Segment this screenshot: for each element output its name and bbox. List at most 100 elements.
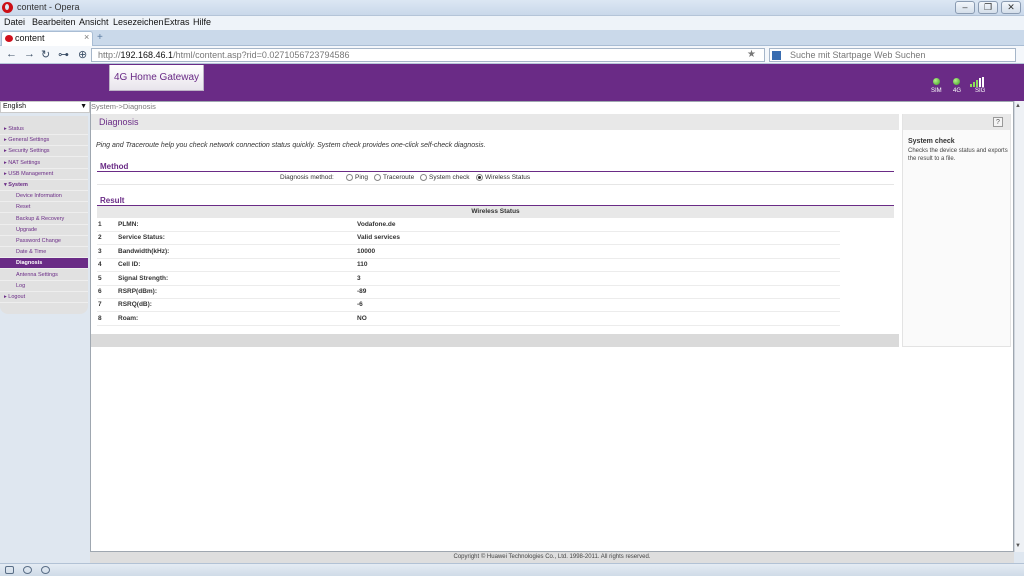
radio-traceroute-label[interactable]: Traceroute bbox=[383, 174, 414, 181]
menu-bearbeiten[interactable]: Bearbeiten bbox=[32, 17, 76, 27]
sidebar-item-nat-settings[interactable]: ▸ NAT Settings bbox=[0, 158, 88, 169]
table-row: 4 Cell ID: 110 bbox=[97, 259, 840, 273]
sidebar-item-antenna-settings[interactable]: Antenna Settings bbox=[0, 270, 88, 281]
row-key: Service Status: bbox=[118, 234, 165, 242]
scroll-up-icon[interactable]: ▲ bbox=[1015, 103, 1021, 109]
table-row: 2 Service Status: Valid services bbox=[97, 232, 840, 246]
diagnosis-description: Ping and Traceroute help you check netwo… bbox=[96, 142, 486, 149]
sidebar-item-usb-management[interactable]: ▸ USB Management bbox=[0, 169, 88, 180]
row-key: Roam: bbox=[118, 314, 139, 322]
sidebar-item-diagnosis[interactable]: Diagnosis bbox=[0, 258, 88, 270]
sidebar-item-device-information[interactable]: Device Information bbox=[0, 191, 88, 203]
sidebar-item-system[interactable]: ▾ System bbox=[0, 180, 88, 191]
url-host: 192.168.46.1 bbox=[120, 50, 174, 60]
4g-label: 4G bbox=[953, 88, 962, 94]
row-number: 7 bbox=[98, 301, 102, 309]
key-icon[interactable]: ⊶ bbox=[58, 48, 69, 61]
menu-lesezeichen[interactable]: Lesezeichen bbox=[113, 17, 164, 27]
panel-toggle-icon[interactable] bbox=[5, 566, 14, 574]
turbo-icon[interactable] bbox=[41, 566, 50, 574]
tab-close-icon[interactable]: × bbox=[84, 32, 89, 42]
language-value: English bbox=[3, 103, 26, 110]
row-value: Vodafone.de bbox=[357, 221, 396, 228]
bookmark-star-icon[interactable]: ★ bbox=[747, 49, 756, 60]
search-placeholder: Suche mit Startpage Web Suchen bbox=[790, 50, 926, 60]
scrollbar[interactable] bbox=[1014, 101, 1024, 552]
table-row: 3 Bandwidth(kHz): 10000 bbox=[97, 246, 840, 259]
radio-ping[interactable] bbox=[346, 174, 353, 181]
sidebar-item-date-time[interactable]: Date & Time bbox=[0, 247, 88, 259]
site-info-icon[interactable]: ⊕ bbox=[78, 48, 87, 61]
radio-system-check[interactable] bbox=[420, 174, 427, 181]
sidebar-item-reset[interactable]: Reset bbox=[0, 202, 88, 214]
radio-traceroute[interactable] bbox=[374, 174, 381, 181]
table-row: 6 RSRP(dBm): -89 bbox=[97, 286, 840, 299]
maximize-button[interactable]: ❐ bbox=[978, 1, 998, 14]
url-prefix: http:// bbox=[98, 50, 121, 60]
browser-status-bar bbox=[0, 563, 1024, 576]
radio-ping-label[interactable]: Ping bbox=[355, 174, 368, 181]
close-window-button[interactable]: ✕ bbox=[1001, 1, 1021, 14]
row-number: 3 bbox=[98, 247, 102, 255]
result-table-header: Wireless Status bbox=[97, 206, 894, 218]
url-text: http://192.168.46.1/html/content.asp?rid… bbox=[98, 50, 349, 60]
breadcrumb: System->Diagnosis bbox=[91, 102, 156, 111]
url-path: /html/content.asp?rid=0.0271056723794586 bbox=[173, 50, 350, 60]
reload-icon[interactable]: ↻ bbox=[41, 48, 50, 61]
tab-bar: content × + bbox=[0, 30, 1024, 46]
table-row: 5 Signal Strength: 3 bbox=[97, 273, 840, 286]
back-icon[interactable]: ← bbox=[6, 48, 17, 60]
sim-label: SIM bbox=[931, 88, 942, 94]
help-icon[interactable]: ? bbox=[993, 117, 1003, 127]
row-value: 3 bbox=[357, 274, 361, 282]
search-engine-icon[interactable] bbox=[772, 51, 781, 60]
sidebar-item-status[interactable]: ▸ Status bbox=[0, 124, 88, 135]
sidebar-item-log[interactable]: Log bbox=[0, 281, 88, 292]
row-number: 2 bbox=[98, 234, 102, 242]
radio-wireless-status[interactable] bbox=[476, 174, 483, 181]
sidebar-item-security-settings[interactable]: ▸ Security Settings bbox=[0, 146, 88, 158]
language-select[interactable]: English ▼ bbox=[0, 101, 90, 113]
row-value: -89 bbox=[357, 288, 367, 295]
row-number: 5 bbox=[98, 274, 102, 282]
row-key: RSRP(dBm): bbox=[118, 288, 157, 295]
help-text: Checks the device status and exports the… bbox=[908, 148, 1008, 162]
help-title: System check bbox=[908, 138, 955, 145]
row-key: Cell ID: bbox=[118, 261, 141, 269]
tab-content[interactable]: content × bbox=[1, 31, 93, 46]
row-number: 8 bbox=[98, 314, 102, 322]
menu-datei[interactable]: Datei bbox=[4, 17, 25, 27]
row-number: 6 bbox=[98, 288, 102, 295]
scroll-down-icon[interactable]: ▼ bbox=[1015, 543, 1021, 549]
window-title: content - Opera bbox=[17, 2, 80, 12]
sidebar-item-upgrade[interactable]: Upgrade bbox=[0, 225, 88, 236]
forward-icon[interactable]: → bbox=[24, 48, 35, 60]
table-row: 8 Roam: NO bbox=[97, 313, 840, 326]
radio-wireless-status-label[interactable]: Wireless Status bbox=[485, 174, 530, 181]
sig-label: SIG bbox=[975, 88, 986, 94]
copyright-footer: Copyright © Huawei Technologies Co., Ltd… bbox=[90, 552, 1014, 563]
row-value: 10000 bbox=[357, 247, 376, 255]
new-tab-button[interactable]: + bbox=[97, 32, 103, 43]
sidebar-item-logout[interactable]: ▸ Logout bbox=[0, 292, 88, 303]
cloud-icon[interactable] bbox=[23, 566, 32, 574]
sidebar-item-general-settings[interactable]: ▸ General Settings bbox=[0, 135, 88, 147]
menu-ansicht[interactable]: Ansicht bbox=[79, 17, 109, 27]
row-key: RSRQ(dB): bbox=[118, 301, 152, 309]
opera-logo-icon[interactable] bbox=[2, 2, 13, 13]
huawei-favicon-icon bbox=[5, 35, 13, 42]
search-input[interactable]: Suche mit Startpage Web Suchen bbox=[769, 48, 1016, 62]
tab-label: content bbox=[15, 33, 45, 43]
url-input[interactable]: http://192.168.46.1/html/content.asp?rid… bbox=[91, 48, 765, 62]
row-value: NO bbox=[357, 314, 367, 322]
menu-hilfe[interactable]: Hilfe bbox=[193, 17, 211, 27]
row-number: 4 bbox=[98, 261, 102, 269]
window-title-bar: content - Opera – ❐ ✕ bbox=[0, 0, 1024, 16]
sidebar-item-password-change[interactable]: Password Change bbox=[0, 236, 88, 247]
minimize-button[interactable]: – bbox=[955, 1, 975, 14]
radio-system-check-label[interactable]: System check bbox=[429, 174, 469, 181]
chevron-down-icon: ▼ bbox=[80, 103, 87, 110]
menu-extras[interactable]: Extras bbox=[164, 17, 190, 27]
row-value: -6 bbox=[357, 301, 363, 309]
sidebar-item-backup-recovery[interactable]: Backup & Recovery bbox=[0, 214, 88, 225]
